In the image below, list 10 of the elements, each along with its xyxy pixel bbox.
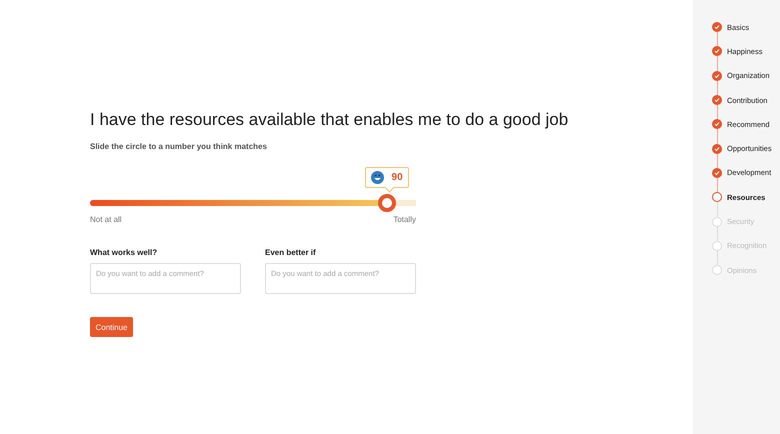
slider-thumb[interactable]: [378, 194, 396, 212]
smiley-icon: [370, 171, 384, 184]
max-label: Totally: [393, 215, 416, 224]
min-label: Not at all: [90, 215, 122, 224]
field-label: Even better if: [265, 248, 317, 257]
question-title: I have the resources available that enables me to do a good job: [90, 110, 570, 130]
continue-button[interactable]: Continue: [90, 317, 133, 337]
slider-value: 90: [392, 172, 403, 183]
field-label: What works well?: [90, 248, 158, 257]
instruction-text: Slide the circle to a number you think matches: [90, 142, 268, 151]
